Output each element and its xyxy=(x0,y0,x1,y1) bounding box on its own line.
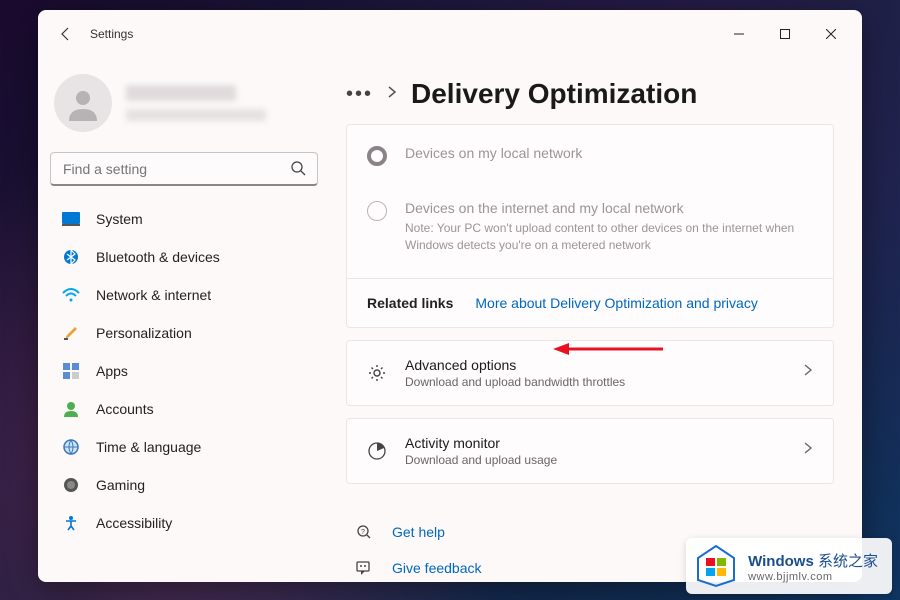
radio-unselected-icon xyxy=(367,201,387,221)
watermark-brand: Windows 系统之家 xyxy=(748,550,878,571)
back-icon xyxy=(58,26,74,42)
setting-title: Advanced options xyxy=(405,357,785,373)
watermark-logo-icon xyxy=(694,544,738,588)
related-label: Related links xyxy=(367,295,453,311)
nav-time-language[interactable]: Time & language xyxy=(50,428,326,466)
minimize-icon xyxy=(734,29,744,39)
accounts-icon xyxy=(62,400,80,418)
search-icon xyxy=(290,160,306,181)
wifi-icon xyxy=(62,286,80,304)
nav-label: Apps xyxy=(96,363,128,379)
help-link: Get help xyxy=(392,524,445,540)
paintbrush-icon xyxy=(62,324,80,342)
radio-local-network[interactable]: Devices on my local network xyxy=(367,139,813,172)
search-wrap xyxy=(50,152,326,186)
download-from-card: Devices on my local network Devices on t… xyxy=(346,124,834,328)
avatar-icon xyxy=(65,85,101,121)
setting-subtitle: Download and upload usage xyxy=(405,453,785,467)
radio-selected-icon xyxy=(367,146,387,166)
radio-section: Devices on my local network Devices on t… xyxy=(347,125,833,278)
breadcrumb: ••• Delivery Optimization xyxy=(346,78,834,110)
nav-accessibility[interactable]: Accessibility xyxy=(50,504,326,542)
chevron-right-icon xyxy=(803,363,813,382)
nav-network[interactable]: Network & internet xyxy=(50,276,326,314)
close-button[interactable] xyxy=(808,18,854,50)
radio-label: Devices on the internet and my local net… xyxy=(405,200,813,216)
search-input[interactable] xyxy=(50,152,318,186)
accessibility-icon xyxy=(62,514,80,532)
watermark-url: www.bjjmlv.com xyxy=(748,571,878,583)
watermark: Windows 系统之家 www.bjjmlv.com xyxy=(686,538,892,594)
related-link[interactable]: More about Delivery Optimization and pri… xyxy=(475,295,757,311)
setting-text: Advanced options Download and upload ban… xyxy=(405,357,785,389)
window-controls xyxy=(716,18,854,50)
maximize-icon xyxy=(780,29,790,39)
feedback-icon xyxy=(354,560,374,576)
radio-label: Devices on my local network xyxy=(405,145,582,166)
settings-window: Settings xyxy=(38,10,862,582)
profile-info xyxy=(126,85,326,121)
svg-text:?: ? xyxy=(361,529,365,536)
back-button[interactable] xyxy=(46,14,86,54)
setting-subtitle: Download and upload bandwidth throttles xyxy=(405,375,785,389)
nav-label: Network & internet xyxy=(96,287,211,303)
setting-text: Activity monitor Download and upload usa… xyxy=(405,435,785,467)
profile-name-redacted xyxy=(126,85,236,101)
advanced-options-row[interactable]: Advanced options Download and upload ban… xyxy=(346,340,834,406)
nav-label: System xyxy=(96,211,143,227)
minimize-button[interactable] xyxy=(716,18,762,50)
apps-icon xyxy=(62,362,80,380)
related-links: Related links More about Delivery Optimi… xyxy=(347,278,833,327)
window-title: Settings xyxy=(90,27,133,41)
nav-apps[interactable]: Apps xyxy=(50,352,326,390)
gaming-icon xyxy=(62,476,80,494)
activity-monitor-row[interactable]: Activity monitor Download and upload usa… xyxy=(346,418,834,484)
close-icon xyxy=(826,29,836,39)
chevron-right-icon xyxy=(803,441,813,460)
nav-list: System Bluetooth & devices Network & int… xyxy=(50,200,326,542)
nav-label: Bluetooth & devices xyxy=(96,249,220,265)
chevron-right-icon xyxy=(387,85,397,103)
nav-label: Accessibility xyxy=(96,515,172,531)
radio-note: Note: Your PC won't upload content to ot… xyxy=(405,220,813,254)
nav-label: Time & language xyxy=(96,439,201,455)
help-icon: ? xyxy=(354,524,374,540)
nav-bluetooth[interactable]: Bluetooth & devices xyxy=(50,238,326,276)
bluetooth-icon xyxy=(62,248,80,266)
nav-label: Personalization xyxy=(96,325,192,341)
gear-icon xyxy=(367,364,387,382)
globe-clock-icon xyxy=(62,438,80,456)
content: System Bluetooth & devices Network & int… xyxy=(38,58,862,582)
nav-label: Accounts xyxy=(96,401,154,417)
activity-icon xyxy=(367,442,387,460)
titlebar: Settings xyxy=(38,10,862,58)
radio-internet[interactable]: Devices on the internet and my local net… xyxy=(367,194,813,260)
avatar xyxy=(54,74,112,132)
feedback-link: Give feedback xyxy=(392,560,482,576)
sidebar: System Bluetooth & devices Network & int… xyxy=(38,58,338,582)
maximize-button[interactable] xyxy=(762,18,808,50)
main-panel: ••• Delivery Optimization Devices on my … xyxy=(338,58,862,582)
nav-accounts[interactable]: Accounts xyxy=(50,390,326,428)
nav-personalization[interactable]: Personalization xyxy=(50,314,326,352)
profile-block[interactable] xyxy=(50,66,326,148)
profile-email-redacted xyxy=(126,109,266,121)
page-title: Delivery Optimization xyxy=(411,78,697,110)
nav-label: Gaming xyxy=(96,477,145,493)
nav-system[interactable]: System xyxy=(50,200,326,238)
nav-gaming[interactable]: Gaming xyxy=(50,466,326,504)
setting-title: Activity monitor xyxy=(405,435,785,451)
system-icon xyxy=(62,210,80,228)
breadcrumb-more-icon[interactable]: ••• xyxy=(346,83,373,106)
